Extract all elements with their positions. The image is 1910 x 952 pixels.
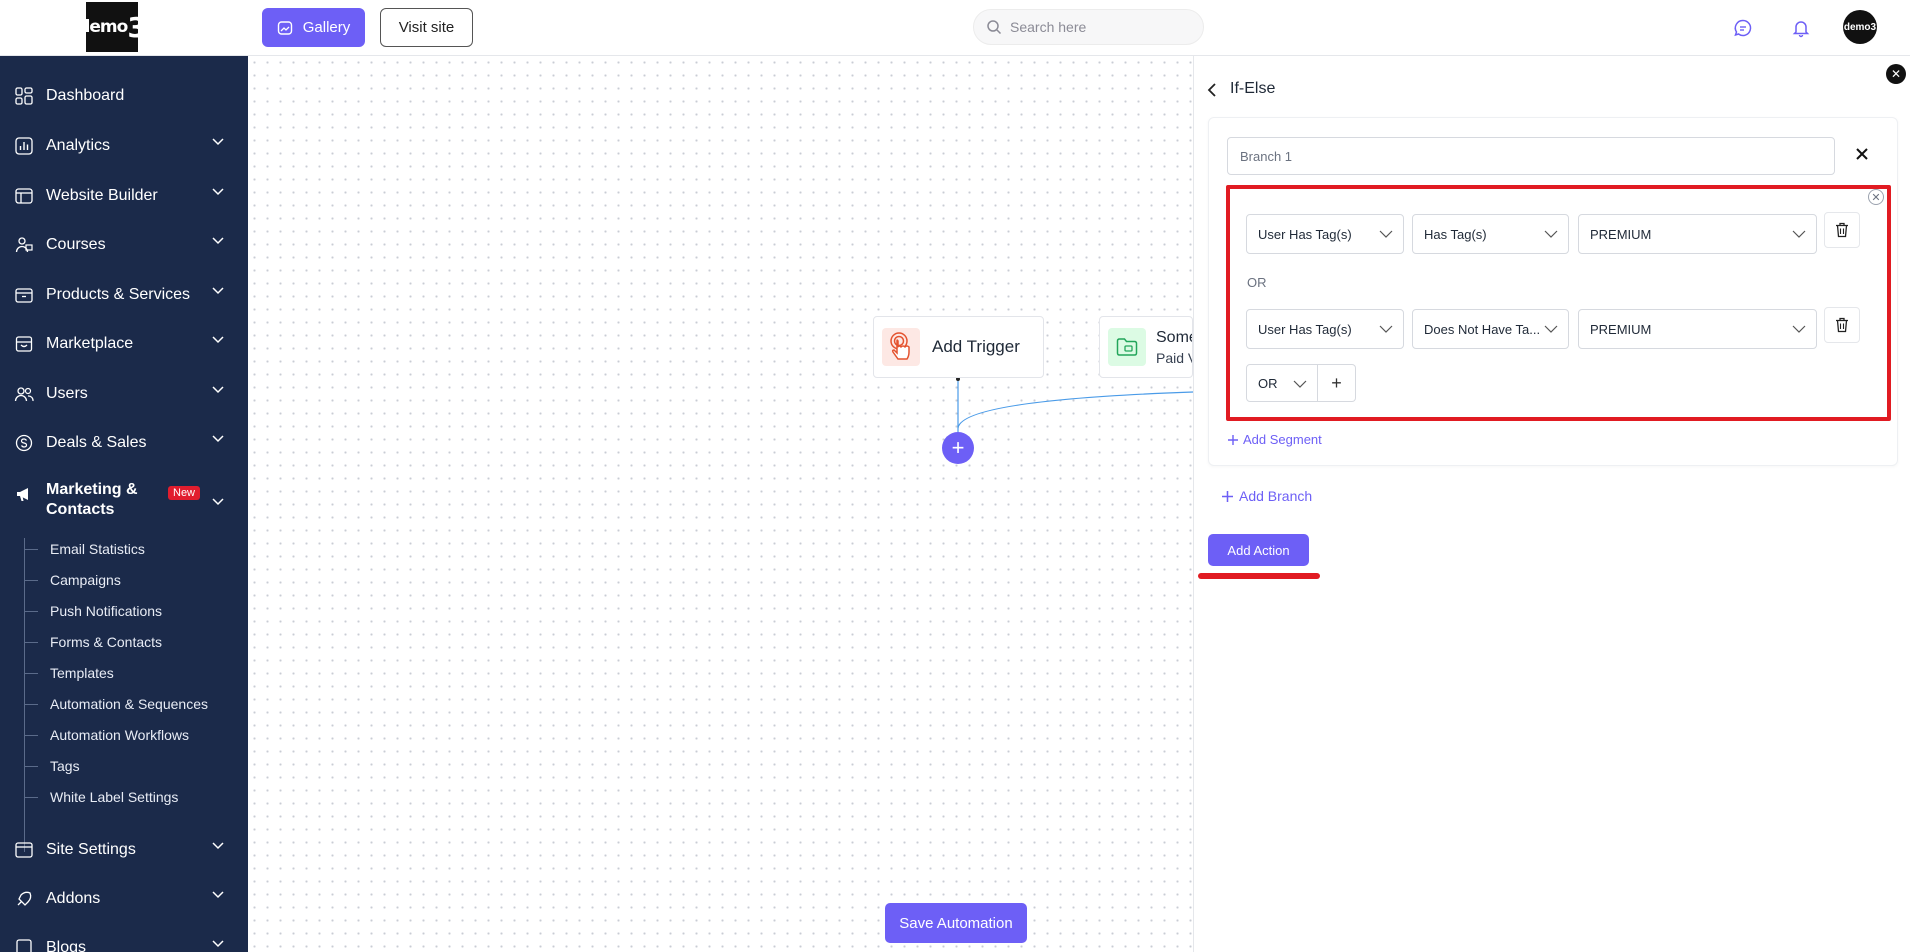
chevron-down-icon: [1544, 325, 1558, 333]
add-condition-button[interactable]: +: [1318, 364, 1356, 402]
action-node[interactable]: Some Paid V: [1099, 316, 1193, 378]
highlight-underline: [1198, 573, 1320, 579]
hand-pointer-icon: [882, 328, 920, 366]
save-automation-button[interactable]: Save Automation: [885, 903, 1027, 943]
logic-operator-select[interactable]: OR: [1246, 364, 1318, 402]
branch-name-input[interactable]: Branch 1: [1227, 137, 1835, 175]
back-arrow-icon[interactable]: [1205, 82, 1219, 98]
chevron-down-icon: [1379, 325, 1393, 333]
add-action-button[interactable]: Add Action: [1208, 534, 1309, 566]
plus-icon: [1228, 434, 1238, 445]
add-segment-button[interactable]: Add Segment: [1228, 432, 1322, 447]
action-node-title: Some: [1156, 328, 1192, 346]
delete-condition-button[interactable]: [1824, 212, 1860, 248]
condition-value-select[interactable]: PREMIUM: [1578, 214, 1817, 254]
chevron-down-icon: [1544, 230, 1558, 238]
folder-icon: [1108, 328, 1146, 366]
or-separator: OR: [1247, 275, 1267, 290]
panel-title: If-Else: [1230, 80, 1276, 97]
condition-operator-select[interactable]: Does Not Have Ta...: [1412, 309, 1569, 349]
condition-field-select[interactable]: User Has Tag(s): [1246, 309, 1404, 349]
remove-branch-icon[interactable]: [1855, 144, 1869, 167]
remove-segment-icon[interactable]: ✕: [1868, 189, 1884, 205]
trash-icon: [1836, 222, 1848, 238]
add-trigger-node[interactable]: Add Trigger: [873, 316, 1044, 378]
plus-icon: [1222, 490, 1233, 502]
action-node-subtitle: Paid V: [1156, 349, 1192, 366]
chevron-down-icon: [1379, 230, 1393, 238]
delete-condition-button[interactable]: [1824, 307, 1860, 343]
condition-value-select[interactable]: PREMIUM: [1578, 309, 1817, 349]
add-node-button[interactable]: +: [942, 432, 974, 464]
condition-field-select[interactable]: User Has Tag(s): [1246, 214, 1404, 254]
condition-operator-select[interactable]: Has Tag(s): [1412, 214, 1569, 254]
trash-icon: [1836, 317, 1848, 333]
chevron-down-icon: [1792, 325, 1806, 333]
close-panel-icon[interactable]: ✕: [1886, 64, 1906, 84]
add-trigger-label: Add Trigger: [932, 337, 1020, 356]
chevron-down-icon: [1792, 230, 1806, 238]
chevron-down-icon: [1293, 380, 1307, 388]
add-branch-button[interactable]: Add Branch: [1222, 488, 1312, 504]
